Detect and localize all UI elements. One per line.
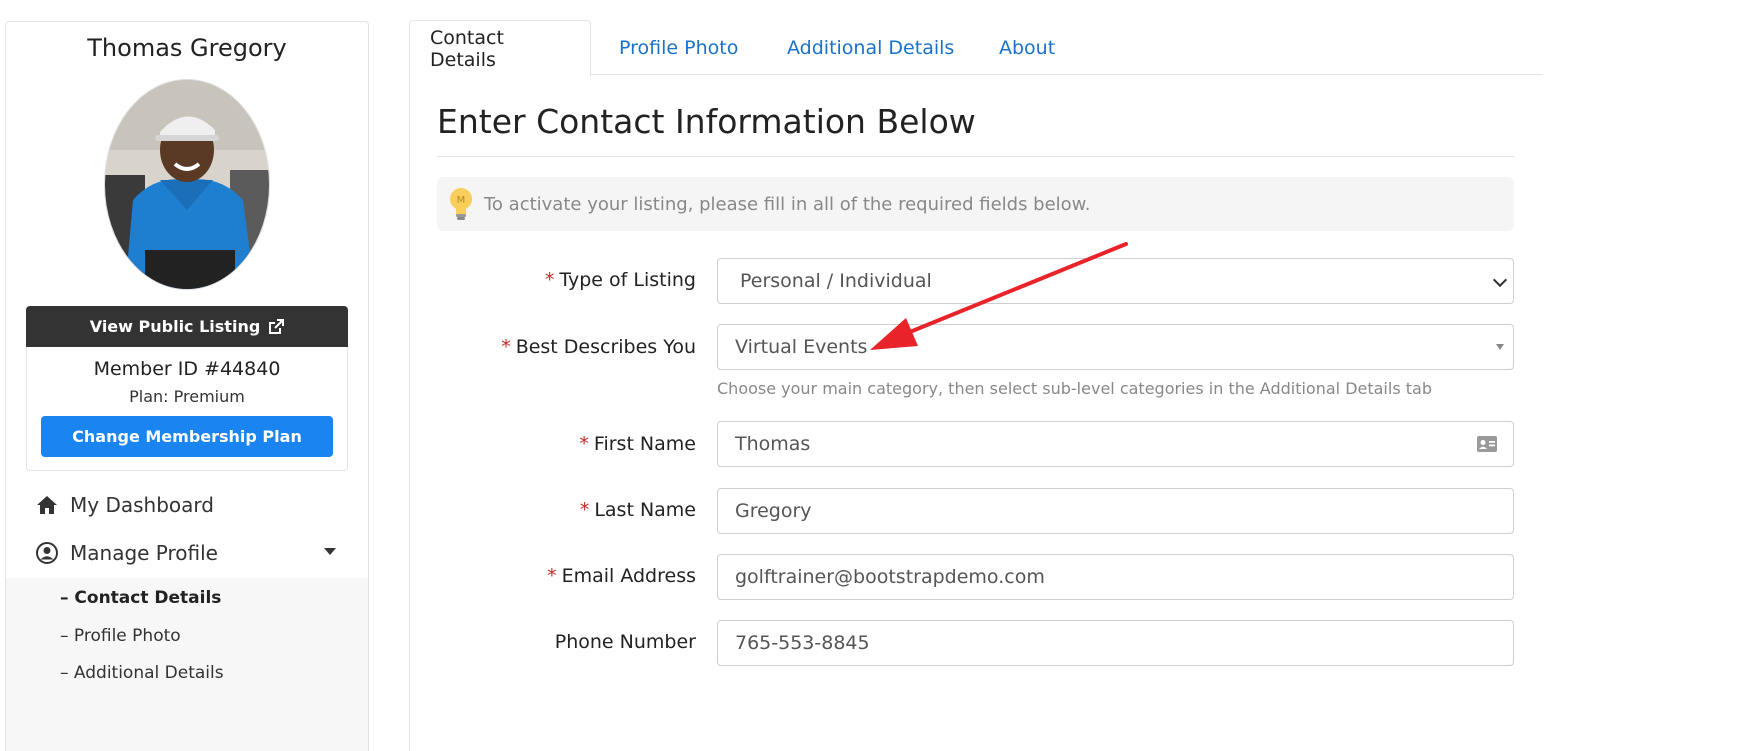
first-name-label: * First Name [579,433,696,455]
best-describes-label-text: Best Describes You [515,336,696,358]
email-value: golftrainer@bootstrapdemo.com [735,566,1045,588]
required-marker: * [579,433,589,455]
nav-manage-profile-label: Manage Profile [70,541,218,565]
last-name-label: * Last Name [580,499,696,521]
contact-card-icon[interactable] [1476,435,1498,453]
tab-bar: Contact Details Profile Photo Additional… [409,20,1543,76]
sidebar: Thomas Gregory View Public Listing Membe… [5,21,369,751]
tab-about[interactable]: About [999,20,1055,76]
view-public-listing-label: View Public Listing [89,317,261,336]
page-title: Enter Contact Information Below [437,102,976,141]
required-marker: * [547,565,557,587]
nav-manage-profile[interactable]: Manage Profile [36,536,336,570]
membership-plan: Plan: Premium [129,387,245,406]
nav-my-dashboard-label: My Dashboard [70,493,214,517]
tab-additional-details[interactable]: Additional Details [787,20,954,76]
nav-my-dashboard[interactable]: My Dashboard [36,488,214,522]
svg-text:M: M [457,195,466,206]
required-marker: * [544,269,555,291]
best-describes-help: Choose your main category, then select s… [717,379,1432,398]
tab-profile-photo[interactable]: Profile Photo [619,20,738,76]
subnav-additional-details[interactable]: – Additional Details [60,663,224,683]
alert-text: To activate your listing, please fill in… [484,193,1091,215]
first-name-value: Thomas [735,433,811,455]
best-describes-label: * Best Describes You [501,336,696,358]
title-divider [437,156,1514,157]
profile-card: View Public Listing Member ID #44840 Pla… [26,306,348,471]
last-name-label-text: Last Name [594,499,696,521]
best-describes-value: Virtual Events [735,336,868,358]
home-icon [36,494,58,516]
user-circle-icon [36,542,58,564]
member-name: Thomas Gregory [87,34,287,62]
subnav-profile-photo[interactable]: – Profile Photo [60,626,181,646]
subnav-contact-details[interactable]: – Contact Details [60,588,221,608]
phone-label: Phone Number [555,631,696,653]
lightbulb-icon: M [450,188,472,220]
change-membership-plan-button[interactable]: Change Membership Plan [41,416,333,457]
email-input[interactable]: golftrainer@bootstrapdemo.com [717,554,1514,600]
view-public-listing-button[interactable]: View Public Listing [26,306,348,347]
email-label-text: Email Address [561,565,696,587]
last-name-value: Gregory [735,500,812,522]
last-name-input[interactable]: Gregory [717,488,1514,534]
required-marker: * [579,499,590,521]
chevron-down-icon[interactable] [324,548,336,555]
first-name-input[interactable]: Thomas [717,421,1514,467]
required-marker: * [501,336,511,358]
phone-input[interactable]: 765-553-8845 [717,620,1514,666]
email-label: * Email Address [547,565,696,587]
dropdown-arrow-icon [1496,344,1504,350]
phone-value: 765-553-8845 [735,632,870,654]
type-of-listing-label-text: Type of Listing [559,269,696,291]
info-alert: M To activate your listing, please fill … [437,177,1514,231]
member-id: Member ID #44840 [93,358,281,380]
first-name-label-text: First Name [593,433,696,455]
type-of-listing-label: * Type of Listing [545,269,696,291]
external-link-icon [269,318,285,334]
tab-contact-details[interactable]: Contact Details [409,20,591,76]
phone-label-text: Phone Number [554,631,696,653]
avatar [104,79,270,290]
annotation-arrow [870,242,1128,350]
chevron-down-icon [1492,272,1508,288]
